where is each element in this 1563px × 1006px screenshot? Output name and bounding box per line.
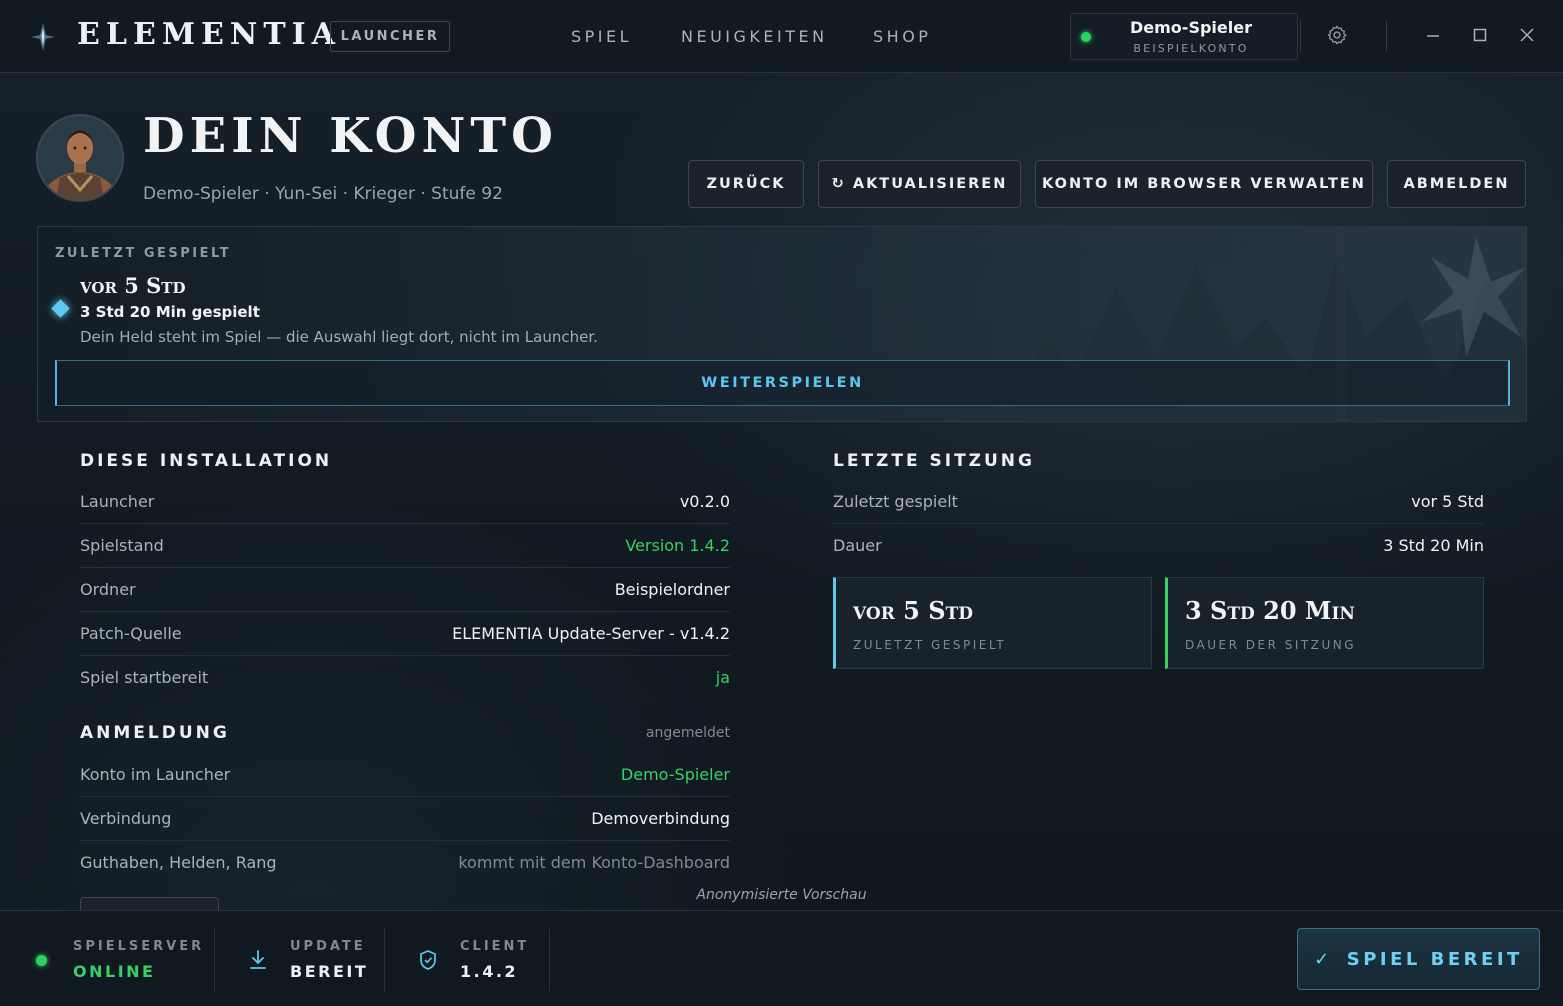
installation-row: Spiel startbereit ja	[80, 656, 730, 700]
row-label: Launcher	[80, 492, 155, 511]
diamond-icon	[51, 299, 70, 318]
maximize-icon[interactable]	[1469, 24, 1491, 46]
session-row: Zuletzt gespielt vor 5 Std	[833, 480, 1484, 524]
row-value: kommt mit dem Konto-Dashboard	[458, 853, 730, 872]
play-button-label: SPIEL BEREIT	[1346, 948, 1523, 970]
row-label: Spielstand	[80, 536, 164, 555]
divider	[214, 929, 215, 991]
row-value: v0.2.0	[679, 492, 730, 511]
page-title: DEIN KONTO	[143, 108, 558, 164]
user-name: Demo-Spieler	[1130, 18, 1252, 37]
logout-button[interactable]: ABMELDEN	[1387, 160, 1526, 208]
gear-icon[interactable]	[1326, 24, 1348, 46]
close-icon[interactable]	[1516, 24, 1538, 46]
row-value: ja	[715, 668, 730, 687]
row-value: 3 Std 20 Min	[1383, 536, 1484, 555]
row-label: Konto im Launcher	[80, 765, 231, 784]
continue-playing-button[interactable]: WEITERSPIELEN	[55, 360, 1510, 406]
play-button[interactable]: ✓ SPIEL BEREIT	[1297, 928, 1540, 990]
minimize-icon[interactable]	[1422, 24, 1444, 46]
installation-row: Ordner Beispielordner	[80, 568, 730, 612]
nav-neuigkeiten[interactable]: NEUIGKEITEN	[681, 27, 828, 46]
brand-name: ELEMENTIA	[77, 17, 341, 52]
user-account-type: BEISPIELKONTO	[1133, 42, 1249, 55]
server-label: SPIELSERVER	[73, 939, 205, 954]
installation-row: Patch-Quelle ELEMENTIA Update-Server - v…	[80, 612, 730, 656]
client-label: CLIENT	[460, 939, 530, 954]
nav-shop[interactable]: SHOP	[873, 27, 931, 46]
row-value: Version 1.4.2	[625, 536, 730, 555]
stat-value: vor 5 Std	[853, 596, 973, 625]
client-version: 1.4.2	[460, 962, 519, 981]
installation-row: Spielstand Version 1.4.2	[80, 524, 730, 568]
row-label: Spiel startbereit	[80, 668, 209, 687]
divider	[549, 929, 550, 991]
elementia-logo-icon	[31, 23, 55, 51]
session-title: LETZTE SITZUNG	[833, 451, 1035, 471]
row-value: Demo-Spieler	[620, 765, 730, 784]
row-label: Ordner	[80, 580, 136, 599]
login-state: angemeldet	[645, 725, 730, 741]
shield-icon	[420, 950, 436, 970]
row-label: Dauer	[833, 536, 882, 555]
preview-note: Anonymisierte Vorschau	[696, 887, 867, 903]
stat-label: ZULETZT GESPIELT	[853, 638, 1007, 652]
hero-note: Dein Held steht im Spiel — die Auswahl l…	[80, 328, 598, 346]
login-title: ANMELDUNG	[80, 723, 230, 743]
login-row: Konto im Launcher Demo-Spieler	[80, 753, 730, 797]
manage-account-button[interactable]: KONTO IM BROWSER VERWALTEN	[1035, 160, 1373, 208]
checkmark-icon: ✓	[1314, 948, 1333, 970]
row-value: vor 5 Std	[1411, 492, 1484, 511]
login-row: Verbindung Demoverbindung	[80, 797, 730, 841]
installation-title: DIESE INSTALLATION	[80, 451, 333, 471]
divider	[384, 929, 385, 991]
last-played-time: vor 5 Std	[80, 273, 186, 298]
update-label: UPDATE	[290, 939, 366, 954]
server-status-dot	[36, 955, 47, 966]
played-duration: 3 Std 20 Min gespielt	[80, 303, 260, 321]
row-label: Verbindung	[80, 809, 172, 828]
row-value: Demoverbindung	[591, 809, 730, 828]
row-label: Zuletzt gespielt	[833, 492, 958, 511]
row-label: Guthaben, Helden, Rang	[80, 853, 277, 872]
stat-card-last-played: vor 5 Std ZULETZT GESPIELT	[833, 577, 1152, 669]
nav-spiel[interactable]: SPIEL	[571, 27, 632, 46]
server-value: ONLINE	[73, 962, 156, 981]
row-label: Patch-Quelle	[80, 624, 182, 643]
launcher-badge: LAUNCHER	[330, 21, 450, 52]
character-summary: Demo-Spieler · Yun-Sei · Krieger · Stufe…	[143, 184, 503, 204]
row-value: Beispielordner	[614, 580, 730, 599]
title-bar: ELEMENTIA LAUNCHER SPIEL NEUIGKEITEN SHO…	[0, 0, 1563, 73]
divider	[1386, 20, 1387, 52]
installation-row: Launcher v0.2.0	[80, 480, 730, 524]
stat-label: DAUER DER SITZUNG	[1185, 638, 1356, 652]
login-row: Guthaben, Helden, Rang kommt mit dem Kon…	[80, 841, 730, 885]
avatar	[36, 114, 124, 202]
last-played-label: ZULETZT GESPIELT	[55, 246, 231, 261]
refresh-button[interactable]: ↻ AKTUALISIEREN	[818, 160, 1021, 208]
user-account-box[interactable]: Demo-Spieler BEISPIELKONTO	[1070, 13, 1298, 60]
back-button[interactable]: ZURÜCK	[688, 160, 804, 208]
stat-value: 3 Std 20 Min	[1185, 596, 1355, 625]
update-value: BEREIT	[290, 962, 369, 981]
stat-card-duration: 3 Std 20 Min DAUER DER SITZUNG	[1165, 577, 1484, 669]
last-played-panel: ZULETZT GESPIELT vor 5 Std 3 Std 20 Min …	[37, 226, 1527, 422]
download-icon	[250, 950, 266, 969]
divider	[1300, 20, 1301, 52]
row-value: ELEMENTIA Update-Server - v1.4.2	[452, 624, 730, 643]
session-row: Dauer 3 Std 20 Min	[833, 524, 1484, 568]
